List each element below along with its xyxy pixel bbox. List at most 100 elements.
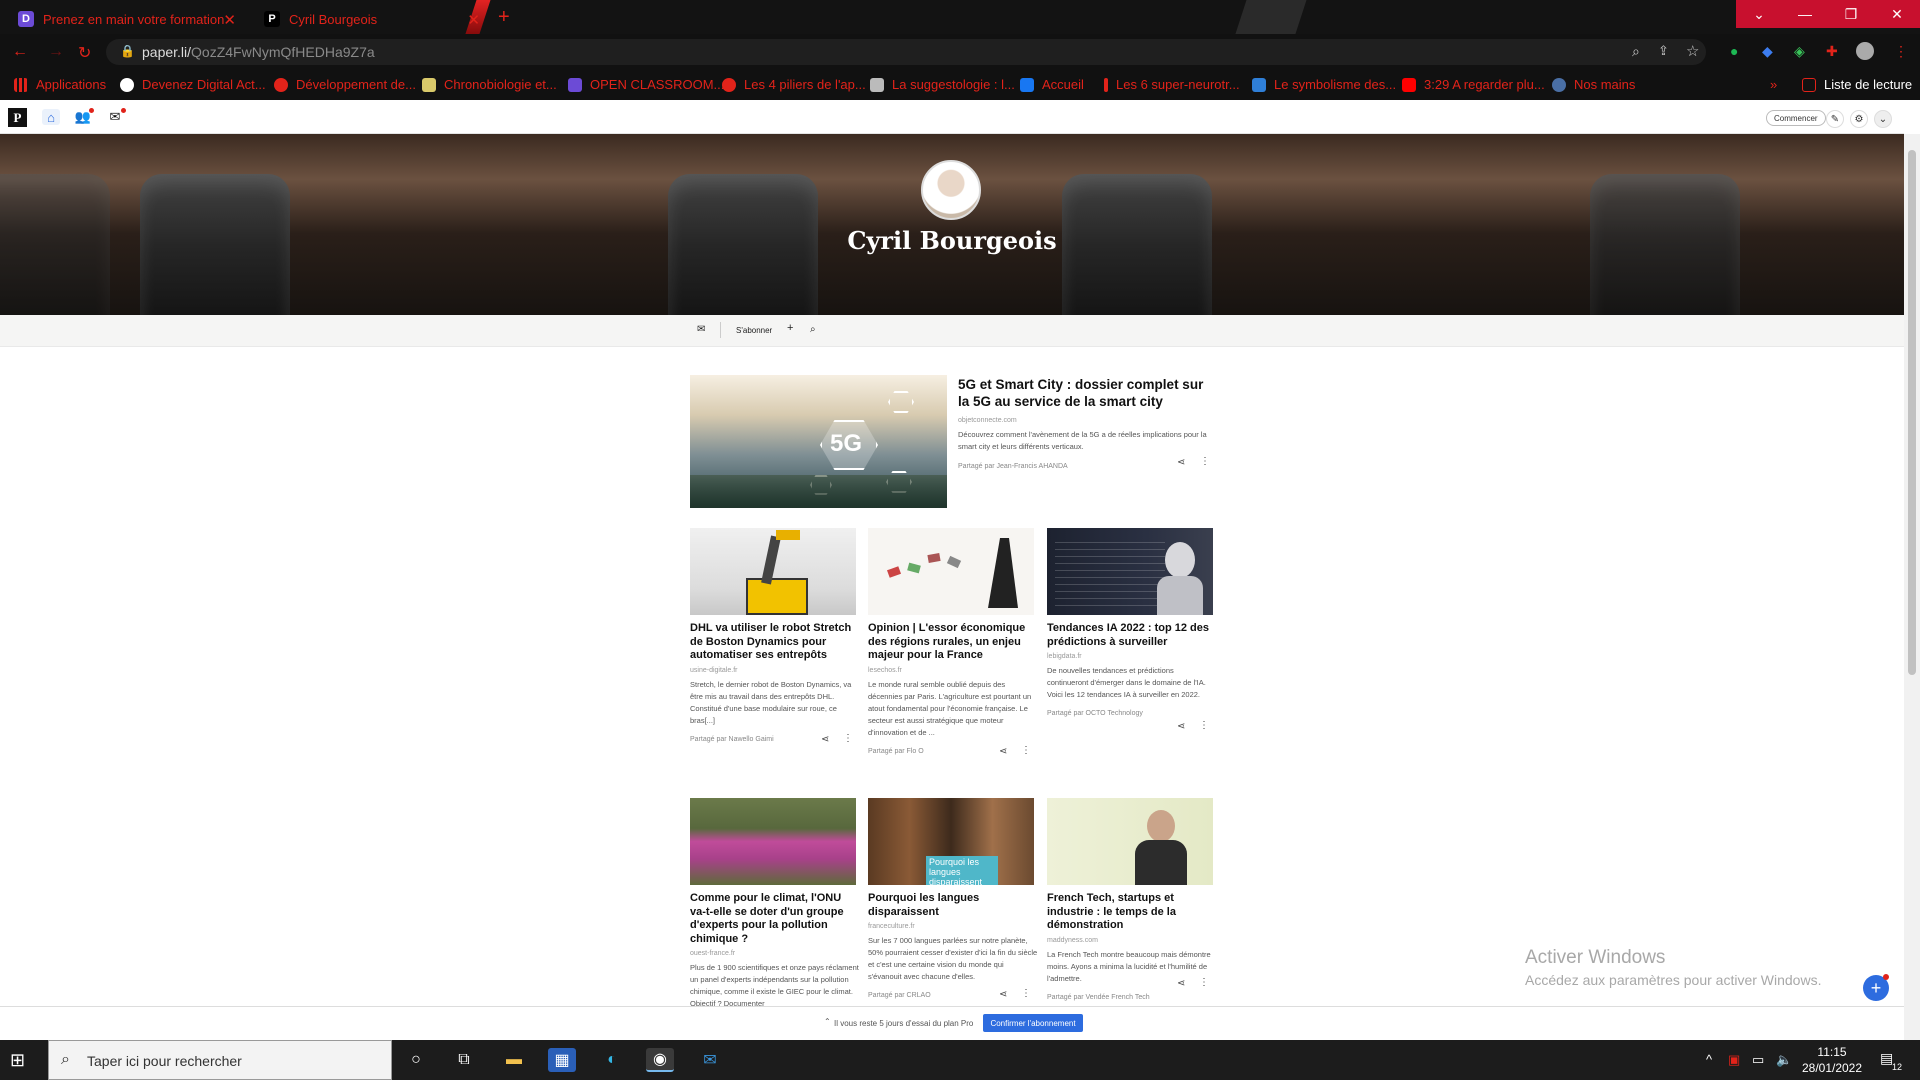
close-window-button[interactable]: ✕ <box>1874 0 1920 28</box>
bookmark-star-icon[interactable]: ☆ <box>1686 42 1699 60</box>
article-image-illustration[interactable] <box>868 528 1034 615</box>
edge-icon[interactable]: ◐ <box>598 1048 626 1072</box>
article-domain[interactable]: objetconnecte.com <box>958 417 1214 424</box>
bookmark-item[interactable]: Devenez Digital Act... <box>120 77 266 92</box>
home-icon[interactable]: ⌂ <box>42 109 60 125</box>
more-bookmarks-icon[interactable]: » <box>1770 77 1777 92</box>
mail-icon[interactable]: ✉ <box>697 324 705 335</box>
volume-icon[interactable]: 🔈 <box>1776 1052 1792 1068</box>
article-title[interactable]: Opinion | L'essor économique des régions… <box>868 622 1038 663</box>
tab-formation[interactable]: D Prenez en main votre formation ✕ <box>8 4 246 34</box>
bookmark-applications[interactable]: Applications <box>14 77 106 92</box>
article-title[interactable]: 5G et Smart City : dossier complet sur l… <box>958 376 1214 410</box>
article-image-5g[interactable]: 5G <box>690 375 947 508</box>
article-image-faces[interactable]: Pourquoi les langues disparaissent <box>868 798 1034 885</box>
article-title[interactable]: DHL va utiliser le robot Stretch de Bost… <box>690 622 858 663</box>
extension-blue-icon[interactable]: ◆ <box>1762 43 1773 60</box>
share-icon[interactable]: ⇪ <box>1658 43 1669 59</box>
zoom-icon[interactable]: ⌕ <box>1632 43 1640 60</box>
share-icon[interactable]: ⋖ <box>999 989 1007 1000</box>
reload-icon[interactable]: ↻ <box>78 43 91 63</box>
article-image-ai[interactable] <box>1047 528 1213 615</box>
chrome-icon[interactable]: ◉ <box>646 1048 674 1072</box>
more-options-icon[interactable]: ⋮ <box>843 733 853 744</box>
tab-search-button[interactable]: ⌄ <box>1736 0 1782 28</box>
article-image-lake[interactable] <box>690 798 856 885</box>
url-text[interactable]: paper.li/QozZ4FwNymQfHEDHa9Z7a <box>142 44 375 60</box>
scrollbar-thumb[interactable] <box>1908 150 1916 675</box>
bookmark-item[interactable]: Les 4 piliers de l'ap... <box>722 77 866 92</box>
clock[interactable]: 11:15 28/01/2022 <box>1800 1044 1864 1076</box>
article-domain[interactable]: lesechos.fr <box>868 667 1038 674</box>
article-card: Tendances IA 2022 : top 12 des prédictio… <box>1047 622 1217 717</box>
search-icon[interactable]: ⌕ <box>810 324 816 335</box>
back-icon[interactable]: ← <box>12 43 28 61</box>
more-options-icon[interactable]: ⋮ <box>1199 720 1209 731</box>
new-tab-button[interactable]: + <box>498 6 510 29</box>
windows-start-icon[interactable]: ⊞ <box>10 1050 25 1071</box>
article-domain[interactable]: maddyness.com <box>1047 937 1217 944</box>
store-icon[interactable]: ▦ <box>548 1048 576 1072</box>
bookmark-item[interactable]: 3:29 A regarder plu... <box>1402 77 1545 92</box>
confirm-subscription-button[interactable]: Confirmer l'abonnement <box>983 1014 1083 1032</box>
network-icon[interactable]: ▭ <box>1752 1052 1764 1068</box>
show-hidden-icons[interactable]: ^ <box>1706 1052 1712 1067</box>
close-tab-icon[interactable]: ✕ <box>467 11 480 29</box>
bookmark-item[interactable]: Développement de... <box>274 77 416 92</box>
chevron-down-icon[interactable]: ⌄ <box>1874 110 1892 128</box>
share-icon[interactable]: ⋖ <box>1177 978 1185 989</box>
more-options-icon[interactable]: ⋮ <box>1021 745 1031 756</box>
share-icon[interactable]: ⋖ <box>1177 721 1185 732</box>
person-body <box>1135 840 1187 885</box>
bookmark-item[interactable]: Le symbolisme des... <box>1252 77 1396 92</box>
share-icon[interactable]: ⋖ <box>821 734 829 745</box>
bookmark-item[interactable]: Chronobiologie et... <box>422 77 557 92</box>
bookmark-item[interactable]: Nos mains <box>1552 77 1635 92</box>
subscribe-button[interactable]: S'abonner <box>736 326 772 335</box>
article-image-portrait[interactable] <box>1047 798 1213 885</box>
extensions-puzzle-icon[interactable]: ✚ <box>1826 43 1838 60</box>
more-options-icon[interactable]: ⋮ <box>1021 988 1031 999</box>
edit-icon[interactable]: ✎ <box>1826 110 1844 128</box>
add-icon[interactable]: + <box>787 322 793 334</box>
article-domain[interactable]: ouest-france.fr <box>690 950 860 957</box>
bookmark-item[interactable]: La suggestologie : l... <box>870 77 1015 92</box>
url-bar[interactable]: 🔒 paper.li/QozZ4FwNymQfHEDHa9Z7a ⌕ ⇪ ☆ <box>106 39 1706 65</box>
article-title[interactable]: French Tech, startups et industrie : le … <box>1047 892 1217 933</box>
commencer-button[interactable]: Commencer <box>1766 110 1826 126</box>
profile-avatar[interactable] <box>1856 42 1874 60</box>
minimize-button[interactable]: — <box>1782 0 1828 28</box>
bookmark-item[interactable]: OPEN CLASSROOM... <box>568 77 724 92</box>
bookmark-item[interactable]: Accueil <box>1020 77 1084 92</box>
article-domain[interactable]: usine-digitale.fr <box>690 667 858 674</box>
settings-icon[interactable]: ⚙ <box>1850 110 1868 128</box>
task-view-icon[interactable]: ⧉ <box>450 1048 478 1072</box>
article-title[interactable]: Comme pour le climat, l'ONU va-t-elle se… <box>690 892 860 946</box>
tray-app-icon[interactable]: ▣ <box>1728 1052 1740 1068</box>
forward-icon[interactable]: → <box>48 43 64 61</box>
share-icon[interactable]: ⋖ <box>999 746 1007 757</box>
paperli-logo[interactable]: P <box>8 108 27 127</box>
restore-button[interactable]: ❐ <box>1828 0 1874 28</box>
site-icon <box>274 77 288 92</box>
taskbar-search-input[interactable]: ⌕ Taper ici pour rechercher <box>48 1040 392 1080</box>
article-domain[interactable]: lebigdata.fr <box>1047 653 1217 660</box>
extension-green-icon[interactable]: ● <box>1730 43 1738 59</box>
extension-diamond-icon[interactable]: ◈ <box>1794 43 1805 60</box>
cortana-icon[interactable]: ○ <box>402 1048 430 1072</box>
more-options-icon[interactable]: ⋮ <box>1199 977 1209 988</box>
mail-icon[interactable]: ✉ <box>696 1048 724 1072</box>
article-title[interactable]: Pourquoi les langues disparaissent <box>868 892 1038 919</box>
article-title[interactable]: Tendances IA 2022 : top 12 des prédictio… <box>1047 622 1217 649</box>
reading-list[interactable]: Liste de lecture <box>1802 77 1912 92</box>
file-explorer-icon[interactable]: ▬ <box>500 1048 528 1072</box>
tab-cyril-bourgeois[interactable]: P Cyril Bourgeois ✕ <box>254 4 490 34</box>
article-image-robot[interactable] <box>690 528 856 615</box>
chevron-up-icon[interactable]: ⌃ <box>824 1017 831 1026</box>
more-options-icon[interactable]: ⋮ <box>1200 456 1210 467</box>
share-icon[interactable]: ⋖ <box>1177 457 1185 468</box>
bookmark-item[interactable]: Les 6 super-neurotr... <box>1104 77 1240 92</box>
menu-icon[interactable]: ⋮ <box>1894 43 1908 60</box>
article-domain[interactable]: franceculture.fr <box>868 923 1038 930</box>
close-tab-icon[interactable]: ✕ <box>223 11 236 29</box>
